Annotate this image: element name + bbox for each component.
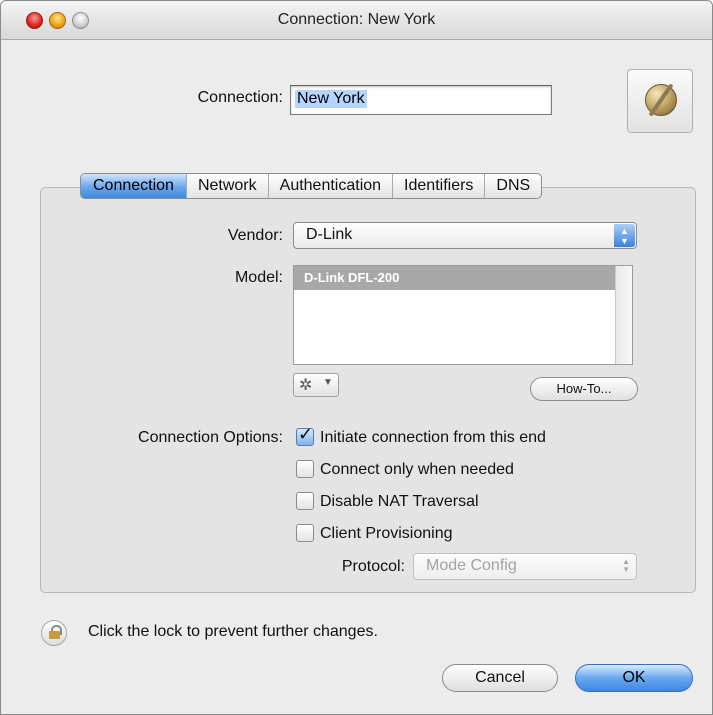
gear-menu-button[interactable]: ✲ ▼ xyxy=(293,373,339,397)
model-item-label: D-Link DFL-200 xyxy=(304,270,400,285)
initiate-connection-checkbox[interactable]: ✓ xyxy=(296,424,314,446)
howto-button[interactable]: How-To... xyxy=(530,377,638,401)
globe-icon xyxy=(645,84,677,116)
model-list[interactable]: D-Link DFL-200 xyxy=(293,265,633,365)
window: Connection: New York Connection: New Yor… xyxy=(0,0,713,715)
disable-nat-traversal-checkbox[interactable] xyxy=(296,492,314,510)
checkmark-icon: ✓ xyxy=(298,424,314,444)
popup-arrows-icon: ▲ ▼ xyxy=(622,557,630,574)
connection-icon-well[interactable] xyxy=(627,69,693,133)
tab-authentication[interactable]: Authentication xyxy=(269,174,394,198)
initiate-connection-label[interactable]: Initiate connection from this end xyxy=(320,429,546,447)
ok-button[interactable]: OK xyxy=(575,664,693,692)
disable-nat-traversal-label[interactable]: Disable NAT Traversal xyxy=(320,493,479,511)
connection-name-value: New York xyxy=(295,90,367,108)
connect-when-needed-label[interactable]: Connect only when needed xyxy=(320,461,514,479)
protocol-popup: Mode Config ▲ ▼ xyxy=(413,553,637,580)
protocol-label: Protocol: xyxy=(341,558,405,575)
lock-message: Click the lock to prevent further change… xyxy=(88,623,378,640)
connection-options-label: Connection Options: xyxy=(138,429,283,446)
lock-button[interactable] xyxy=(41,620,67,646)
vendor-value: D-Link xyxy=(306,226,353,243)
connect-when-needed-checkbox[interactable] xyxy=(296,460,314,478)
cancel-button[interactable]: Cancel xyxy=(442,664,558,692)
vendor-popup[interactable]: D-Link ▲ ▼ xyxy=(293,222,637,249)
protocol-value: Mode Config xyxy=(426,557,517,574)
vendor-label: Vendor: xyxy=(227,227,283,244)
tab-identifiers[interactable]: Identifiers xyxy=(393,174,486,198)
tab-dns[interactable]: DNS xyxy=(485,174,541,198)
model-label: Model: xyxy=(234,269,283,286)
tab-connection[interactable]: Connection xyxy=(81,174,187,198)
window-title: Connection: New York xyxy=(277,11,436,28)
chevron-down-icon: ▼ xyxy=(323,377,333,388)
gear-icon: ✲ xyxy=(299,377,313,394)
list-item[interactable]: D-Link DFL-200 xyxy=(294,266,616,290)
client-provisioning-label[interactable]: Client Provisioning xyxy=(320,525,453,543)
connection-label: Connection: xyxy=(197,89,283,106)
connection-name-field[interactable]: New York xyxy=(290,85,552,115)
lock-body xyxy=(49,631,60,639)
title-bar: Connection: New York xyxy=(1,1,712,40)
client-provisioning-checkbox[interactable] xyxy=(296,524,314,542)
model-list-scrollbar[interactable] xyxy=(615,266,632,364)
tab-network[interactable]: Network xyxy=(187,174,269,198)
tab-bar: Connection Network Authentication Identi… xyxy=(80,173,543,199)
popup-arrows-icon: ▲ ▼ xyxy=(614,224,635,247)
